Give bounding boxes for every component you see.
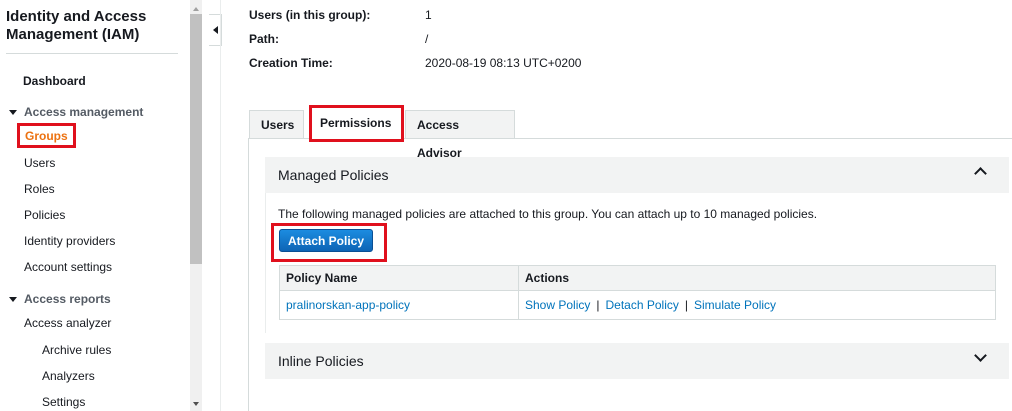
- policy-actions-cell: Show Policy | Detach Policy | Simulate Polic…: [518, 290, 996, 320]
- policies-table: Policy Name Actions pralinorskan-app-pol…: [279, 265, 996, 320]
- sidebar-item-groups[interactable]: Groups: [17, 123, 76, 148]
- sidebar-section-label: Access management: [24, 105, 144, 119]
- managed-policies-header[interactable]: Managed Policies: [265, 157, 1009, 193]
- users-count-value: 1: [425, 8, 432, 22]
- creation-time-value: 2020-08-19 08:13 UTC+0200: [425, 56, 582, 70]
- users-count-label: Users (in this group):: [249, 8, 371, 22]
- sidebar-item-users[interactable]: Users: [24, 156, 55, 170]
- policy-name-link[interactable]: pralinorskan-app-policy: [279, 290, 519, 320]
- tab-users[interactable]: Users: [249, 110, 304, 138]
- sidebar-item-access-analyzer[interactable]: Access analyzer: [24, 316, 111, 330]
- show-policy-link[interactable]: Show Policy: [525, 298, 590, 312]
- sidebar-scrollbar[interactable]: [190, 0, 202, 411]
- column-header-policy-name: Policy Name: [279, 265, 519, 291]
- caret-down-icon: [9, 110, 17, 115]
- sidebar-section-label: Access reports: [24, 292, 111, 306]
- sidebar: Identity and Access Management (IAM) Das…: [0, 0, 190, 411]
- detach-policy-link[interactable]: Detach Policy: [606, 298, 679, 312]
- path-label: Path:: [249, 32, 279, 46]
- sidebar-item-account-settings[interactable]: Account settings: [24, 260, 112, 274]
- sidebar-item-analyzers[interactable]: Analyzers: [42, 369, 95, 383]
- sidebar-item-policies[interactable]: Policies: [24, 208, 65, 222]
- table-row: pralinorskan-app-policy Show Policy | Deta…: [279, 290, 996, 320]
- sidebar-item-archive-rules[interactable]: Archive rules: [42, 343, 111, 357]
- inline-policies-header[interactable]: Inline Policies: [265, 343, 1009, 379]
- scroll-down-arrow-icon[interactable]: [193, 402, 199, 406]
- inline-policies-title: Inline Policies: [278, 353, 364, 369]
- chevron-up-icon[interactable]: [974, 167, 987, 180]
- sidebar-item-settings[interactable]: Settings: [42, 395, 85, 409]
- sidebar-item-identity-providers[interactable]: Identity providers: [24, 234, 115, 248]
- action-separator: |: [596, 298, 600, 312]
- tab-permissions[interactable]: Permissions: [309, 105, 404, 142]
- chevron-left-icon: [213, 26, 218, 34]
- attach-policy-button[interactable]: Attach Policy: [279, 229, 373, 252]
- main-divider: [220, 0, 221, 411]
- action-separator: |: [684, 298, 688, 312]
- creation-time-label: Creation Time:: [249, 56, 333, 70]
- chevron-down-icon[interactable]: [974, 349, 987, 362]
- path-value: /: [425, 32, 429, 46]
- tab-access-advisor[interactable]: Access Advisor: [405, 110, 515, 160]
- sidebar-item-roles[interactable]: Roles: [24, 182, 55, 196]
- sidebar-section-access-reports[interactable]: Access reports: [9, 292, 111, 306]
- column-header-actions: Actions: [518, 265, 996, 291]
- caret-down-icon: [9, 297, 17, 302]
- scroll-up-arrow-icon[interactable]: [193, 7, 199, 11]
- attach-policy-highlight: Attach Policy: [271, 223, 387, 262]
- simulate-policy-link[interactable]: Simulate Policy: [694, 298, 776, 312]
- sidebar-item-dashboard[interactable]: Dashboard: [23, 74, 86, 88]
- managed-policies-description: The following managed policies are attac…: [278, 207, 818, 221]
- sidebar-section-access-management[interactable]: Access management: [9, 105, 143, 119]
- sidebar-divider: [6, 53, 178, 54]
- managed-policies-title: Managed Policies: [278, 167, 389, 183]
- scrollbar-thumb[interactable]: [190, 14, 202, 264]
- sidebar-title: Identity and Access Management (IAM): [6, 8, 147, 43]
